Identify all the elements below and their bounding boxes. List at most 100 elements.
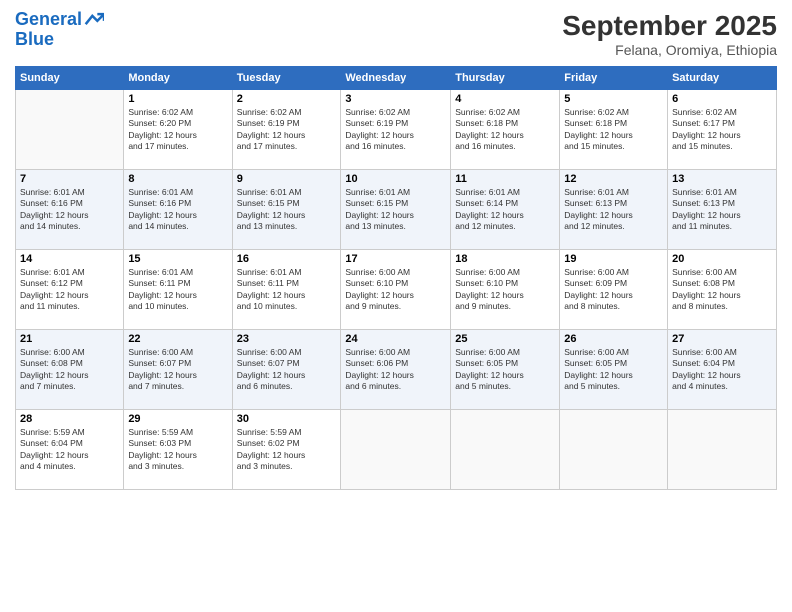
day-number: 13	[672, 173, 772, 185]
calendar-cell: 11 Sunrise: 6:01 AM Sunset: 6:14 PM Dayli…	[451, 170, 560, 250]
calendar-cell: 25 Sunrise: 6:00 AM Sunset: 6:05 PM Dayli…	[451, 330, 560, 410]
day-number: 21	[20, 333, 119, 345]
day-number: 7	[20, 173, 119, 185]
day-header: Thursday	[451, 67, 560, 90]
day-number: 25	[455, 333, 555, 345]
day-number: 15	[128, 253, 227, 265]
calendar-cell: 14 Sunrise: 6:01 AM Sunset: 6:12 PM Dayli…	[16, 250, 124, 330]
calendar-cell: 27 Sunrise: 6:00 AM Sunset: 6:04 PM Dayli…	[668, 330, 777, 410]
calendar-cell	[16, 90, 124, 170]
day-header: Tuesday	[232, 67, 341, 90]
calendar-cell: 10 Sunrise: 6:01 AM Sunset: 6:15 PM Dayli…	[341, 170, 451, 250]
calendar-cell: 20 Sunrise: 6:00 AM Sunset: 6:08 PM Dayli…	[668, 250, 777, 330]
day-number: 26	[564, 333, 663, 345]
day-number: 18	[455, 253, 555, 265]
day-number: 30	[237, 413, 337, 425]
day-info: Sunrise: 6:00 AM Sunset: 6:08 PM Dayligh…	[20, 347, 119, 393]
day-info: Sunrise: 6:01 AM Sunset: 6:15 PM Dayligh…	[345, 187, 446, 233]
calendar-cell: 12 Sunrise: 6:01 AM Sunset: 6:13 PM Dayli…	[560, 170, 668, 250]
day-info: Sunrise: 5:59 AM Sunset: 6:04 PM Dayligh…	[20, 427, 119, 473]
day-info: Sunrise: 6:02 AM Sunset: 6:19 PM Dayligh…	[345, 107, 446, 153]
calendar-cell	[451, 410, 560, 490]
day-number: 16	[237, 253, 337, 265]
day-number: 14	[20, 253, 119, 265]
calendar-cell: 1 Sunrise: 6:02 AM Sunset: 6:20 PM Daylig…	[124, 90, 232, 170]
day-info: Sunrise: 6:02 AM Sunset: 6:18 PM Dayligh…	[455, 107, 555, 153]
day-header: Monday	[124, 67, 232, 90]
logo-text: General	[15, 10, 82, 30]
day-number: 12	[564, 173, 663, 185]
day-info: Sunrise: 6:00 AM Sunset: 6:10 PM Dayligh…	[345, 267, 446, 313]
calendar-cell: 6Sunrise: 6:02 AM Sunset: 6:17 PM Daylig…	[668, 90, 777, 170]
day-info: Sunrise: 5:59 AM Sunset: 6:03 PM Dayligh…	[128, 427, 227, 473]
day-info: Sunrise: 6:00 AM Sunset: 6:05 PM Dayligh…	[455, 347, 555, 393]
day-info: Sunrise: 6:00 AM Sunset: 6:05 PM Dayligh…	[564, 347, 663, 393]
day-number: 1	[128, 93, 227, 105]
day-info: Sunrise: 6:00 AM Sunset: 6:06 PM Dayligh…	[345, 347, 446, 393]
calendar-cell: 9 Sunrise: 6:01 AM Sunset: 6:15 PM Daylig…	[232, 170, 341, 250]
day-info: Sunrise: 6:01 AM Sunset: 6:11 PM Dayligh…	[128, 267, 227, 313]
logo-icon	[84, 10, 104, 30]
day-info: Sunrise: 6:01 AM Sunset: 6:16 PM Dayligh…	[128, 187, 227, 233]
day-info: Sunrise: 6:01 AM Sunset: 6:11 PM Dayligh…	[237, 267, 337, 313]
day-info: Sunrise: 6:00 AM Sunset: 6:08 PM Dayligh…	[672, 267, 772, 313]
calendar-cell: 29 Sunrise: 5:59 AM Sunset: 6:03 PM Dayli…	[124, 410, 232, 490]
calendar-cell: 16 Sunrise: 6:01 AM Sunset: 6:11 PM Dayli…	[232, 250, 341, 330]
calendar-cell	[341, 410, 451, 490]
calendar-cell: 26 Sunrise: 6:00 AM Sunset: 6:05 PM Dayli…	[560, 330, 668, 410]
day-number: 17	[345, 253, 446, 265]
month-title: September 2025	[562, 10, 777, 42]
day-number: 9	[237, 173, 337, 185]
calendar-cell: 15 Sunrise: 6:01 AM Sunset: 6:11 PM Dayli…	[124, 250, 232, 330]
day-number: 10	[345, 173, 446, 185]
day-info: Sunrise: 6:02 AM Sunset: 6:18 PM Dayligh…	[564, 107, 663, 153]
calendar-cell: 8 Sunrise: 6:01 AM Sunset: 6:16 PM Daylig…	[124, 170, 232, 250]
day-number: 22	[128, 333, 227, 345]
day-info: Sunrise: 6:02 AM Sunset: 6:19 PM Dayligh…	[237, 107, 337, 153]
day-number: 29	[128, 413, 227, 425]
calendar-cell: 24 Sunrise: 6:00 AM Sunset: 6:06 PM Dayli…	[341, 330, 451, 410]
calendar-cell: 2 Sunrise: 6:02 AM Sunset: 6:19 PM Daylig…	[232, 90, 341, 170]
day-number: 8	[128, 173, 227, 185]
title-section: September 2025 Felana, Oromiya, Ethiopia	[562, 10, 777, 58]
calendar-cell: 30 Sunrise: 5:59 AM Sunset: 6:02 PM Dayli…	[232, 410, 341, 490]
day-info: Sunrise: 6:01 AM Sunset: 6:14 PM Dayligh…	[455, 187, 555, 233]
day-number: 27	[672, 333, 772, 345]
day-info: Sunrise: 6:00 AM Sunset: 6:10 PM Dayligh…	[455, 267, 555, 313]
calendar-cell: 17 Sunrise: 6:00 AM Sunset: 6:10 PM Dayli…	[341, 250, 451, 330]
day-info: Sunrise: 6:01 AM Sunset: 6:13 PM Dayligh…	[672, 187, 772, 233]
day-header: Wednesday	[341, 67, 451, 90]
day-header: Saturday	[668, 67, 777, 90]
day-info: Sunrise: 6:01 AM Sunset: 6:13 PM Dayligh…	[564, 187, 663, 233]
day-info: Sunrise: 6:01 AM Sunset: 6:15 PM Dayligh…	[237, 187, 337, 233]
calendar-cell: 4 Sunrise: 6:02 AM Sunset: 6:18 PM Daylig…	[451, 90, 560, 170]
day-info: Sunrise: 6:00 AM Sunset: 6:04 PM Dayligh…	[672, 347, 772, 393]
day-info: Sunrise: 6:00 AM Sunset: 6:07 PM Dayligh…	[237, 347, 337, 393]
calendar-cell: 5 Sunrise: 6:02 AM Sunset: 6:18 PM Daylig…	[560, 90, 668, 170]
location: Felana, Oromiya, Ethiopia	[562, 42, 777, 58]
day-number: 5	[564, 93, 663, 105]
day-info: Sunrise: 6:01 AM Sunset: 6:16 PM Dayligh…	[20, 187, 119, 233]
day-info: Sunrise: 5:59 AM Sunset: 6:02 PM Dayligh…	[237, 427, 337, 473]
day-number: 23	[237, 333, 337, 345]
day-number: 2	[237, 93, 337, 105]
day-info: Sunrise: 6:00 AM Sunset: 6:07 PM Dayligh…	[128, 347, 227, 393]
calendar-cell: 13 Sunrise: 6:01 AM Sunset: 6:13 PM Dayli…	[668, 170, 777, 250]
day-number: 4	[455, 93, 555, 105]
day-number: 11	[455, 173, 555, 185]
calendar-cell: 19Sunrise: 6:00 AM Sunset: 6:09 PM Dayli…	[560, 250, 668, 330]
day-number: 3	[345, 93, 446, 105]
calendar-cell	[560, 410, 668, 490]
day-info: Sunrise: 6:02 AM Sunset: 6:20 PM Dayligh…	[128, 107, 227, 153]
day-number: 24	[345, 333, 446, 345]
logo: General Blue	[15, 10, 104, 50]
logo-text-blue: Blue	[15, 30, 104, 50]
day-info: Sunrise: 6:02 AM Sunset: 6:17 PM Dayligh…	[672, 107, 772, 153]
day-number: 20	[672, 253, 772, 265]
calendar-cell: 28 Sunrise: 5:59 AM Sunset: 6:04 PM Dayli…	[16, 410, 124, 490]
calendar-cell: 7 Sunrise: 6:01 AM Sunset: 6:16 PM Daylig…	[16, 170, 124, 250]
day-number: 19	[564, 253, 663, 265]
day-number: 28	[20, 413, 119, 425]
day-info: Sunrise: 6:01 AM Sunset: 6:12 PM Dayligh…	[20, 267, 119, 313]
day-header: Friday	[560, 67, 668, 90]
